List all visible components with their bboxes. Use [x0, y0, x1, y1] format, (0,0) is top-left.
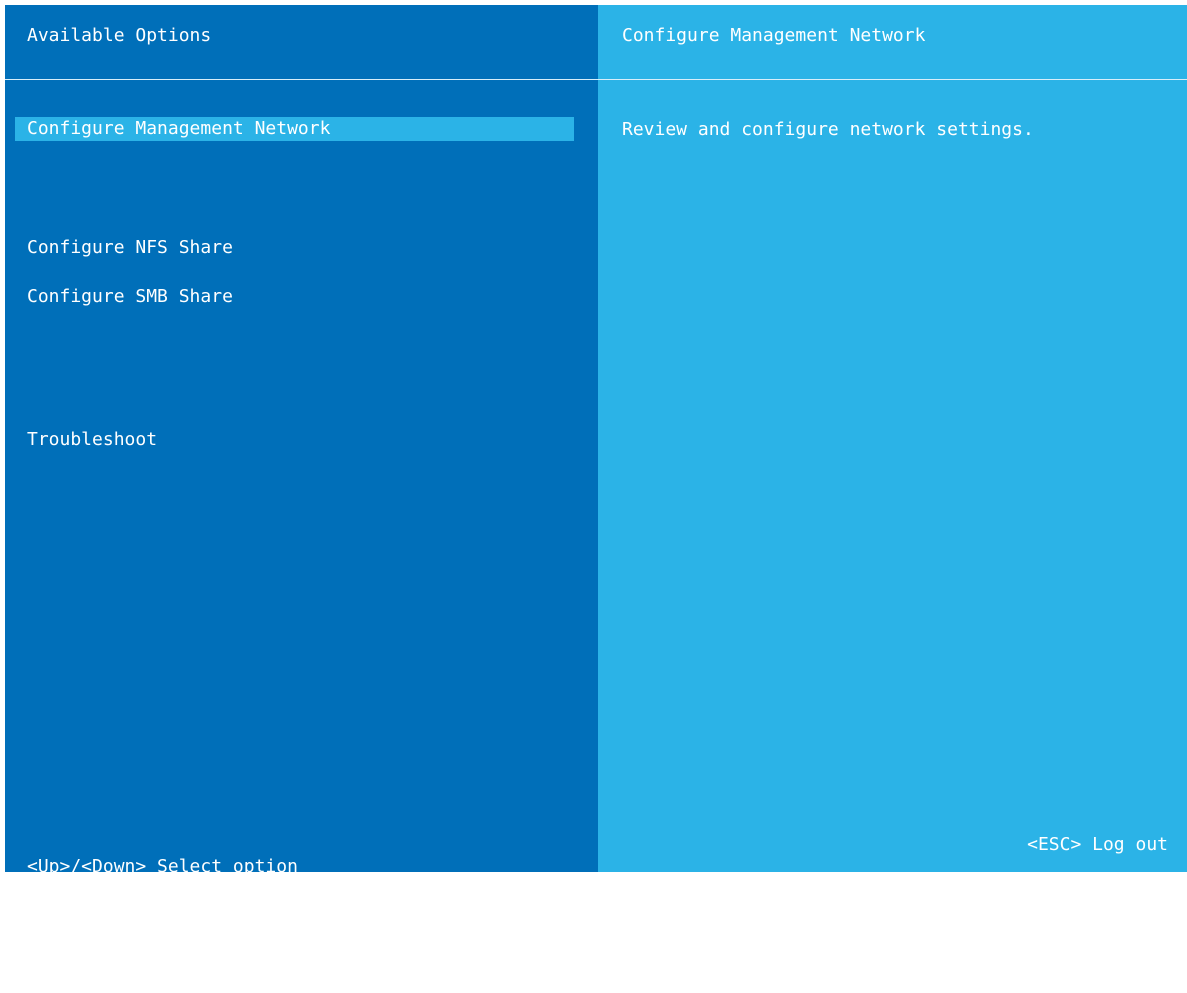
available-options-pane: Available Options Configure Management N…	[5, 5, 598, 946]
menu-item-troubleshoot[interactable]: Troubleshoot	[15, 428, 574, 452]
hint-select-option: <Up>/<Down> Select option	[27, 856, 298, 877]
console-screen: Available Options Configure Management N…	[5, 5, 1187, 946]
menu-item-configure-nfs-share[interactable]: Configure NFS Share	[15, 236, 574, 260]
available-options-title: Available Options	[27, 25, 212, 46]
menu-item-configure-management-network[interactable]: Configure Management Network	[15, 117, 574, 141]
option-description: Review and configure network settings.	[622, 119, 1034, 140]
keyboard-hints: <Up>/<Down> Select option <Enter> Perfor…	[27, 809, 298, 993]
logout-hint: <ESC> Log out	[1027, 834, 1168, 855]
menu-item-configure-smb-share[interactable]: Configure SMB Share	[15, 285, 574, 309]
hint-perform-action: <Enter> Perform action	[27, 925, 266, 946]
option-details-title: Configure Management Network	[622, 25, 926, 46]
header-divider	[5, 79, 1187, 80]
option-details-pane: Configure Management Network Review and …	[598, 5, 1187, 872]
